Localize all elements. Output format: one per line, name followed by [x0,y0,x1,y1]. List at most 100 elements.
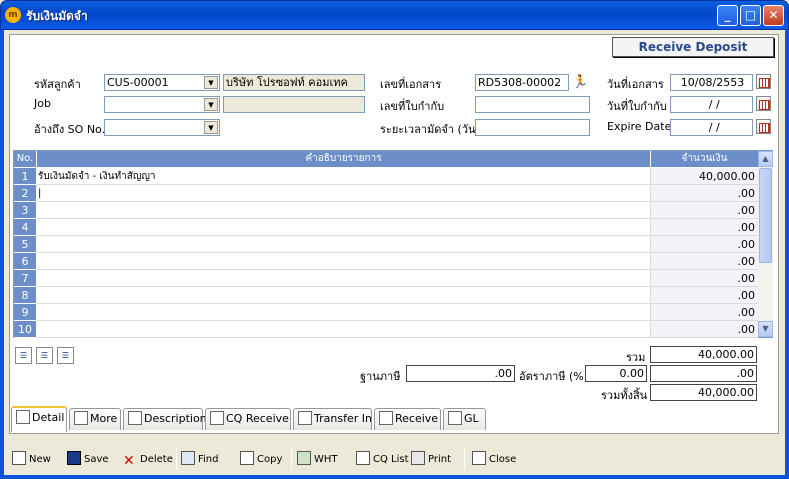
add-row-icon[interactable]: ☰ [36,347,53,364]
scroll-up-icon[interactable]: ▲ [758,151,773,167]
deposit-period-field[interactable] [475,119,590,136]
new-button[interactable]: New [12,451,51,469]
close-label: Close [489,454,517,465]
tab-transfer-in[interactable]: Transfer In [293,408,372,430]
row-description-cell[interactable]: | [36,185,650,202]
row-amount-cell[interactable]: .00 [650,270,758,287]
detail-grid[interactable]: No. คำอธิบายรายการ จำนวนเงิน 1 รับเงินมัด… [13,150,773,338]
delete-button[interactable]: ✕ Delete [123,451,173,469]
row-description-cell[interactable] [36,219,650,236]
customer-code-combo[interactable]: CUS-00001 ▼ [104,74,220,91]
row-number[interactable]: 1 [14,168,36,185]
ref-so-label: อ้างถึง SO No. [34,123,106,136]
tab-more[interactable]: More [69,408,121,430]
tab-detail[interactable]: Detail [11,406,67,432]
doc-no-label: เลขที่เอกสาร [380,78,442,91]
tax-rate-label: อัตราภาษี (%) [519,370,589,383]
vertical-scrollbar[interactable]: ▲ ▼ [758,151,773,337]
scroll-thumb[interactable] [759,168,772,263]
tax-invoice-field[interactable] [475,96,590,113]
receive-icon [379,411,393,425]
row-amount-cell[interactable]: .00 [650,202,758,219]
job-combo[interactable]: ▼ [104,96,220,113]
delete-row-icon[interactable]: ☰ [57,347,74,364]
row-number[interactable]: 10 [14,321,36,338]
scroll-down-icon[interactable]: ▼ [758,321,773,337]
row-description-cell[interactable] [36,202,650,219]
row-amount-cell[interactable]: .00 [650,219,758,236]
tab-label: CQ Receive [226,412,289,425]
calendar-icon[interactable] [756,96,771,111]
ref-so-combo[interactable]: ▼ [104,119,220,136]
row-amount-cell[interactable]: .00 [650,321,758,338]
row-number[interactable]: 9 [14,304,36,321]
cq-list-icon [356,451,370,465]
tab-cq-receive[interactable]: CQ Receive [205,408,291,430]
save-button[interactable]: Save [67,451,109,469]
tax-base-field[interactable]: .00 [406,365,515,382]
print-label: Print [428,454,452,465]
row-description-cell[interactable] [36,253,650,270]
tab-gl[interactable]: GL [443,408,486,430]
row-description-cell[interactable] [36,304,650,321]
wht-button[interactable]: WHT [297,451,338,469]
invoice-date-field[interactable]: / / [670,96,753,113]
window-title: รับเงินมัดจำ [26,9,88,23]
calendar-icon[interactable] [756,119,771,134]
row-description-cell[interactable] [36,321,650,338]
tax-amount-field: .00 [650,365,757,382]
find-icon [181,451,195,465]
tab-receive[interactable]: Receive [374,408,441,430]
title-bar[interactable] [0,0,789,30]
expire-date-field[interactable]: / / [670,119,753,136]
row-number[interactable]: 3 [14,202,36,219]
insert-row-icon[interactable]: ☰ [15,347,32,364]
row-number[interactable]: 6 [14,253,36,270]
toolbar-separator [464,448,465,470]
row-amount-cell[interactable]: .00 [650,253,758,270]
row-number[interactable]: 2 [14,185,36,202]
tax-invoice-label: เลขที่ใบกำกับ [380,100,445,113]
detail-icon [16,410,30,424]
find-button[interactable]: Find [181,451,219,469]
calendar-icon[interactable] [756,74,771,89]
print-button[interactable]: Print [411,451,451,469]
tax-rate-field[interactable]: 0.00 [585,365,647,382]
running-number-icon[interactable]: 🏃 [572,74,589,91]
maximize-button[interactable]: □ [740,5,761,26]
tab-description[interactable]: Description [123,408,207,430]
chevron-down-icon[interactable]: ▼ [204,121,218,134]
row-amount-cell[interactable]: .00 [650,304,758,321]
row-number[interactable]: 7 [14,270,36,287]
tab-label: Detail [32,411,65,424]
cq-list-button[interactable]: CQ List [356,451,409,469]
row-description-cell[interactable] [36,287,650,304]
wht-icon [297,451,311,465]
tab-label: More [90,412,118,425]
customer-name-field: บริษัท โปรซอฟท์ คอมเทค [223,74,365,91]
tab-label: Transfer In [314,412,372,425]
description-icon [128,411,142,425]
row-description-cell[interactable] [36,236,650,253]
row-amount-cell[interactable]: .00 [650,287,758,304]
row-description-cell[interactable] [36,270,650,287]
minimize-button[interactable]: _ [717,5,738,26]
row-number[interactable]: 8 [14,287,36,304]
row-description-cell[interactable]: รับเงินมัดจำ - เงินทำสัญญา [36,168,650,185]
chevron-down-icon[interactable]: ▼ [204,76,218,89]
wht-label: WHT [314,454,338,465]
exit-icon [472,451,486,465]
row-number[interactable]: 4 [14,219,36,236]
close-window-button[interactable]: ✕ [763,5,784,26]
close-button[interactable]: Close [472,451,516,469]
chevron-down-icon[interactable]: ▼ [204,98,218,111]
row-number[interactable]: 5 [14,236,36,253]
row-amount-cell[interactable]: .00 [650,185,758,202]
copy-button[interactable]: Copy [240,451,282,469]
doc-no-field[interactable]: RD5308-00002 [475,74,569,91]
customer-code-value: CUS-00001 [107,76,169,89]
row-amount-cell[interactable]: 40,000.00 [650,168,758,185]
row-amount-cell[interactable]: .00 [650,236,758,253]
doc-date-field[interactable]: 10/08/2553 [670,74,753,91]
tab-label: Receive [395,412,439,425]
